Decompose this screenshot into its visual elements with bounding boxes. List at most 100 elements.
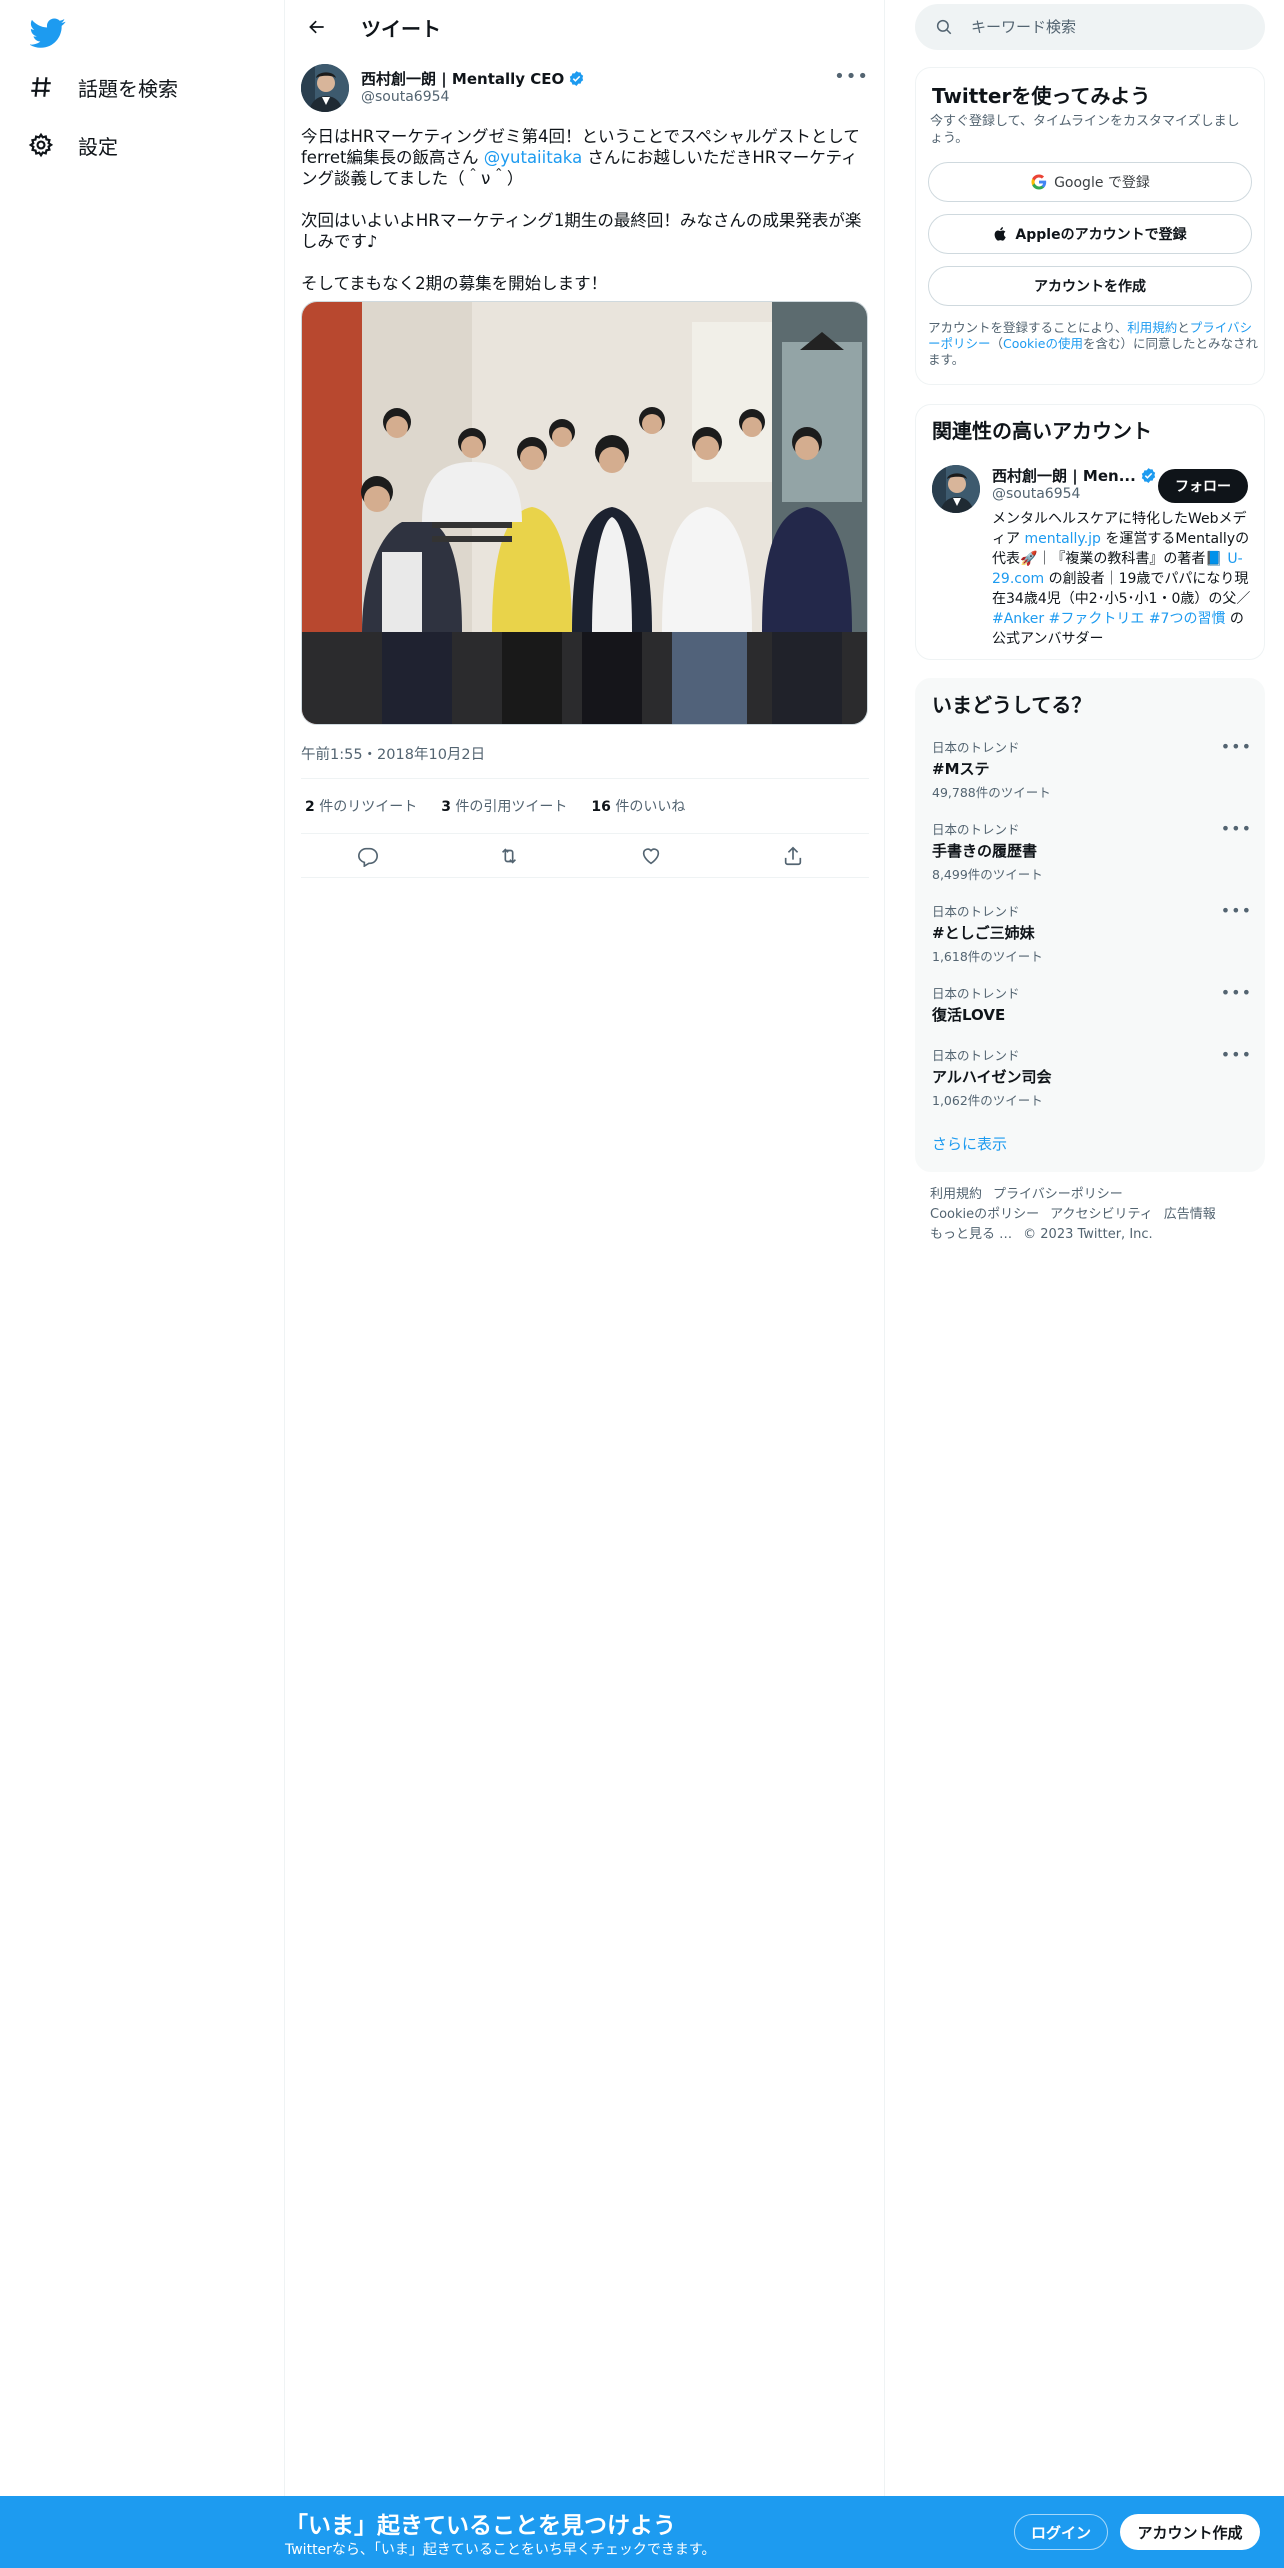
gear-icon: [28, 132, 54, 158]
apple-logo-icon: [995, 227, 1007, 241]
trend-item[interactable]: 日本のトレンド 手書きの履歴書 8,499件のツイート •••: [932, 819, 1252, 883]
create-account-label: アカウントを作成: [1034, 279, 1146, 295]
page-title: ツイート: [361, 16, 441, 41]
more-options-icon[interactable]: •••: [1221, 1045, 1252, 1064]
avatar[interactable]: [301, 64, 349, 112]
search-bar[interactable]: [915, 4, 1265, 50]
more-options-icon[interactable]: •••: [1221, 737, 1252, 756]
twitter-logo-icon[interactable]: [29, 14, 66, 50]
nav-item-label: 話題を検索: [78, 76, 178, 101]
hashtag-icon: [31, 77, 51, 97]
back-arrow-icon[interactable]: [299, 9, 335, 45]
trend-name: アルハイゼン司会: [932, 1068, 1052, 1086]
share-icon[interactable]: [782, 845, 804, 867]
account-name-text: 西村創一朗 | Men...: [992, 467, 1136, 485]
more-options-icon[interactable]: •••: [1221, 983, 1252, 1002]
signup-legal-text: アカウントを登録することにより、利用規約とプライバシーポリシー（Cookieの使…: [928, 320, 1258, 368]
avatar[interactable]: [932, 465, 980, 513]
trend-count: 8,499件のツイート: [932, 867, 1043, 882]
trend-name: 手書きの履歴書: [932, 842, 1038, 860]
tweet-stats: 2 件のリツイート 3 件の引用ツイート 16 件のいいね: [301, 778, 869, 834]
account-handle[interactable]: @souta6954: [992, 486, 1080, 502]
tweet-photo[interactable]: [301, 301, 868, 725]
left-navigation: 話題を検索 設定: [0, 0, 285, 2496]
apple-signup-label: Appleのアカウントで登録: [1015, 227, 1187, 243]
more-options-icon[interactable]: •••: [1221, 901, 1252, 920]
trends-title: いまどうしてる？: [932, 693, 1092, 717]
more-options-icon[interactable]: •••: [834, 66, 869, 87]
google-signup-button[interactable]: Google で登録: [928, 162, 1252, 202]
nav-item-settings[interactable]: 設定: [28, 120, 118, 170]
trend-name: 復活LOVE: [932, 1006, 1006, 1024]
bottom-signup-bar: 「いま」起きていることを見つけよう Twitterなら、「いま」起きていることを…: [0, 2496, 1284, 2568]
likes-count: 16: [591, 799, 611, 815]
tweet-paragraph: 今日はHRマーケティングゼミ第4回！ということでスペシャルゲストとしてferre…: [301, 126, 869, 189]
hashtag-link[interactable]: #7つの習慣: [1149, 611, 1226, 627]
tweet-timestamp[interactable]: 午前1:55・2018年10月2日: [301, 743, 485, 764]
hashtag-link[interactable]: #Anker: [992, 611, 1044, 627]
trend-count: 49,788件のツイート: [932, 785, 1051, 800]
trend-count: 1,062件のツイート: [932, 1093, 1043, 1108]
copyright: © 2023 Twitter, Inc.: [1023, 1227, 1153, 1242]
author-name[interactable]: 西村創一朗 | Mentally CEO: [361, 68, 585, 89]
retweets-stat[interactable]: 2 件のリツイート: [301, 796, 417, 816]
tweet-paragraph: そしてまもなく2期の募集を開始します！: [301, 274, 608, 293]
footer-link-accessibility[interactable]: アクセシビリティ: [1050, 1207, 1153, 1222]
verified-badge-icon: [570, 71, 584, 86]
trend-item[interactable]: 日本のトレンド アルハイゼン司会 1,062件のツイート •••: [932, 1045, 1252, 1109]
retweets-count: 2: [305, 799, 315, 815]
follow-button[interactable]: フォロー: [1158, 469, 1248, 503]
quotes-label: 件の引用ツイート: [455, 799, 568, 815]
footer-link-ads[interactable]: 広告情報: [1164, 1207, 1216, 1222]
retweets-label: 件のリツイート: [319, 799, 418, 815]
quotes-count: 3: [441, 799, 451, 815]
trend-context: 日本のトレンド: [932, 740, 1020, 755]
footer-link-cookie[interactable]: Cookieのポリシー: [930, 1207, 1039, 1222]
bottom-bar-subtitle: Twitterなら、「いま」起きていることをいち早くチェックできます。: [285, 2542, 716, 2558]
create-account-button[interactable]: アカウントを作成: [928, 266, 1252, 306]
trend-count: 1,618件のツイート: [932, 949, 1043, 964]
show-more-link[interactable]: さらに表示: [932, 1133, 1007, 1154]
like-heart-icon[interactable]: [640, 845, 662, 867]
search-icon: [936, 19, 952, 35]
retweet-icon[interactable]: [498, 845, 520, 867]
account-name[interactable]: 西村創一朗 | Men...: [992, 465, 1157, 486]
cookie-link[interactable]: Cookieの使用: [1003, 336, 1083, 351]
tweet-actions: [301, 834, 869, 878]
footer-link-terms[interactable]: 利用規約: [930, 1187, 982, 1202]
legal-text: アカウントを登録することにより、: [928, 320, 1128, 335]
mention-link[interactable]: @yutaiitaka: [484, 148, 582, 167]
author-handle[interactable]: @souta6954: [361, 89, 449, 105]
trends-panel: いまどうしてる？ 日本のトレンド #Mステ 49,788件のツイート ••• 日…: [915, 678, 1265, 1172]
reply-icon[interactable]: [357, 845, 379, 867]
bottom-bar-title: 「いま」起きていることを見つけよう: [285, 2513, 676, 2539]
footer-link-more[interactable]: もっと見る …: [930, 1227, 1012, 1242]
login-button[interactable]: ログイン: [1014, 2514, 1108, 2550]
relevant-accounts-panel: 関連性の高いアカウント 西村創一朗 | Men... @souta6954 フォ…: [915, 404, 1265, 660]
footer-link-privacy[interactable]: プライバシーポリシー: [993, 1187, 1123, 1202]
hashtag-link[interactable]: #ファクトリエ: [1049, 611, 1145, 627]
quote-tweets-stat[interactable]: 3 件の引用ツイート: [437, 796, 567, 816]
tweet-author: 西村創一朗 | Mentally CEO @souta6954 •••: [301, 64, 869, 116]
terms-link[interactable]: 利用規約: [1127, 320, 1177, 335]
trend-item[interactable]: 日本のトレンド #としご三姉妹 1,618件のツイート •••: [932, 901, 1252, 965]
likes-stat[interactable]: 16 件のいいね: [587, 796, 685, 816]
trend-item[interactable]: 日本のトレンド 復活LOVE •••: [932, 983, 1252, 1025]
search-input[interactable]: [971, 18, 1231, 36]
signup-button[interactable]: アカウント作成: [1120, 2514, 1260, 2550]
tweet-detail-column: ツイート 西村創一朗 | Mentally CEO @souta6954 •••…: [285, 0, 885, 2496]
trend-name: #Mステ: [932, 760, 990, 778]
legal-text: と: [1177, 320, 1190, 335]
bio-link[interactable]: mentally.jp: [1024, 531, 1101, 547]
trend-item[interactable]: 日本のトレンド #Mステ 49,788件のツイート •••: [932, 737, 1252, 801]
apple-signup-button[interactable]: Appleのアカウントで登録: [928, 214, 1252, 254]
more-options-icon[interactable]: •••: [1221, 819, 1252, 838]
signup-panel: Twitterを使ってみよう 今すぐ登録して、タイムラインをカスタマイズしましょ…: [915, 67, 1265, 385]
verified-badge-icon: [1141, 468, 1155, 483]
signup-subtitle: 今すぐ登録して、タイムラインをカスタマイズしましょう。: [930, 114, 1240, 146]
legal-text: （: [990, 336, 1004, 351]
trend-context: 日本のトレンド: [932, 822, 1020, 837]
tweet-header: ツイート: [285, 0, 884, 54]
signup-title: Twitterを使ってみよう: [932, 84, 1151, 108]
nav-item-explore[interactable]: 話題を検索: [28, 62, 178, 112]
